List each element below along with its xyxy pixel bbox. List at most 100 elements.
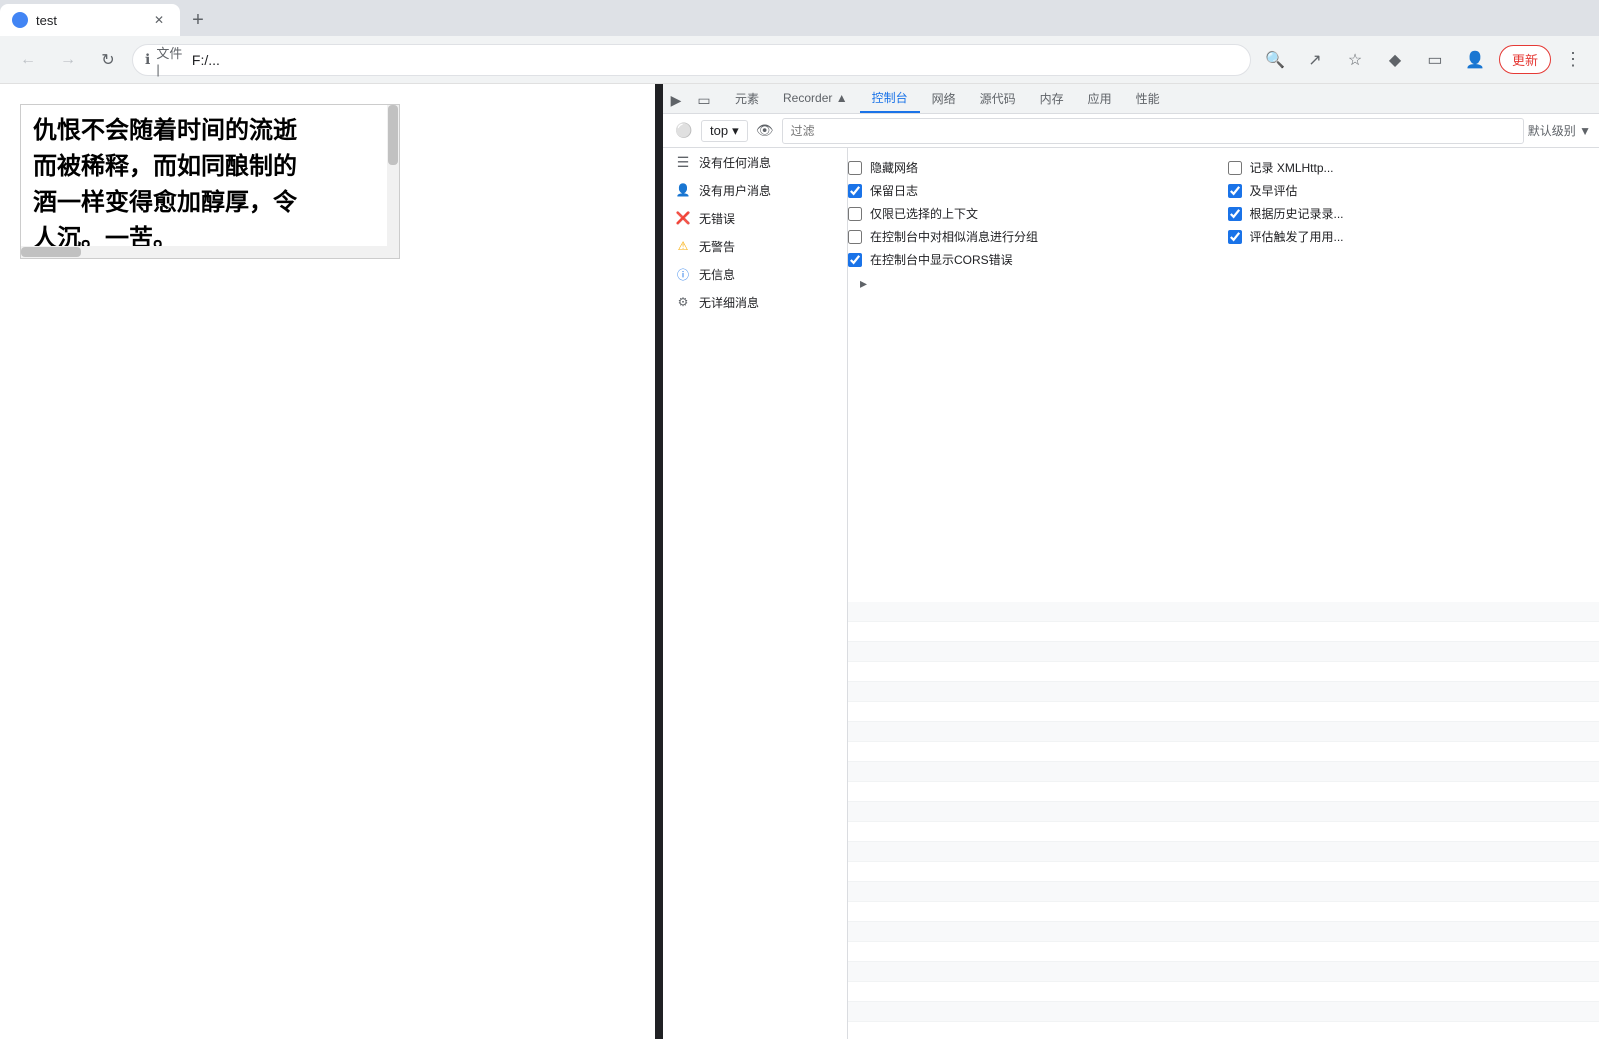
tab-recorder[interactable]: Recorder ▲: [771, 84, 860, 113]
browser-page: 仇恨不会随着时间的流逝而被稀释，而如同酿制的酒一样变得愈加醇厚，令人沉。一苦。: [0, 84, 655, 1039]
vertical-scrollbar[interactable]: [387, 105, 399, 258]
tab-console[interactable]: 控制台: [860, 84, 920, 113]
list-icon: ☰: [675, 154, 691, 170]
share-button[interactable]: ↗: [1299, 44, 1331, 76]
sidebar-item-no-errors[interactable]: ❌ 无错误: [663, 204, 847, 232]
back-button[interactable]: ←: [12, 44, 44, 76]
more-options-button[interactable]: ⋮: [1559, 46, 1587, 74]
address-file-label: 文件 |: [156, 43, 188, 77]
devtools-panel: ▶ ▭ 元素 Recorder ▲ 控制台 网络 源代码 内存 应用 性能 ⚪ …: [663, 84, 1599, 1039]
settings-col-left: 隐藏网络 保留日志 仅限已选择的上下文: [848, 156, 1228, 271]
sidebar-item-no-user-messages[interactable]: 👤 没有用户消息: [663, 176, 847, 204]
log-row-20: [848, 982, 1599, 1002]
checkbox-selected-context-label: 仅限已选择的上下文: [870, 205, 978, 222]
chevron-down-icon: ▾: [732, 123, 739, 139]
log-row-6: [848, 702, 1599, 722]
page-text: 仇恨不会随着时间的流逝而被稀释，而如同酿制的酒一样变得愈加醇厚，令人沉。一苦。: [21, 105, 399, 259]
devtools-ban-button[interactable]: ⚪: [671, 118, 697, 144]
checkbox-eval-triggers-input[interactable]: [1228, 230, 1242, 244]
checkbox-history-autocomplete-input[interactable]: [1228, 207, 1242, 221]
filter-input[interactable]: [782, 118, 1524, 144]
tab-performance[interactable]: 性能: [1124, 84, 1172, 113]
zoom-button[interactable]: 🔍: [1259, 44, 1291, 76]
forward-button[interactable]: →: [52, 44, 84, 76]
log-row-8: [848, 742, 1599, 762]
address-bar: ← → ↻ ℹ 文件 | 🔍 ↗ ☆ ◆ ▭ 👤 更新 ⋮: [0, 36, 1599, 84]
sidebar-toggle-button[interactable]: ▭: [1419, 44, 1451, 76]
sidebar-label-no-info: 无信息: [699, 266, 735, 283]
devtools-device-button[interactable]: ▭: [691, 87, 717, 113]
log-row-1: [848, 602, 1599, 622]
tab-close-button[interactable]: ✕: [150, 11, 168, 29]
page-content-box: 仇恨不会随着时间的流逝而被稀释，而如同酿制的酒一样变得愈加醇厚，令人沉。一苦。: [20, 104, 400, 259]
checkbox-eval-triggers[interactable]: 评估触发了用用...: [1228, 225, 1599, 248]
context-dropdown-label: top: [710, 123, 728, 138]
tab-sources[interactable]: 源代码: [968, 84, 1028, 113]
checkbox-history-autocomplete[interactable]: 根据历史记录录...: [1228, 202, 1599, 225]
checkbox-log-xmlhttp[interactable]: 记录 XMLHttp...: [1228, 156, 1599, 179]
sidebar-label-no-verbose: 无详细消息: [699, 294, 759, 311]
log-row-16: [848, 902, 1599, 922]
checkbox-eager-eval[interactable]: 及早评估: [1228, 179, 1599, 202]
sidebar-item-no-verbose[interactable]: ⚙ 无详细消息: [663, 288, 847, 316]
log-row-14: [848, 862, 1599, 882]
log-row-15: [848, 882, 1599, 902]
log-row-5: [848, 682, 1599, 702]
update-button[interactable]: 更新: [1499, 45, 1551, 74]
log-row-21: [848, 1002, 1599, 1022]
log-row-10: [848, 782, 1599, 802]
console-log-area: [848, 602, 1599, 1039]
expand-arrow-button[interactable]: ▸: [848, 271, 1599, 296]
log-row-18: [848, 942, 1599, 962]
checkbox-cors-errors-input[interactable]: [848, 253, 862, 267]
default-level-label[interactable]: 默认级别 ▼: [1528, 122, 1591, 139]
context-dropdown[interactable]: top ▾: [701, 120, 748, 142]
log-row-11: [848, 802, 1599, 822]
reload-button[interactable]: ↻: [92, 44, 124, 76]
checkbox-group-similar[interactable]: 在控制台中对相似消息进行分组: [848, 225, 1220, 248]
sidebar-item-no-messages[interactable]: ☰ 没有任何消息: [663, 148, 847, 176]
checkbox-preserve-log-input[interactable]: [848, 184, 862, 198]
checkbox-preserve-log[interactable]: 保留日志: [848, 179, 1220, 202]
checkbox-eager-eval-input[interactable]: [1228, 184, 1242, 198]
log-row-22: [848, 1022, 1599, 1039]
devtools-inspect-button[interactable]: ▶: [663, 87, 689, 113]
sidebar-item-no-warnings[interactable]: ⚠ 无警告: [663, 232, 847, 260]
checkbox-preserve-log-label: 保留日志: [870, 182, 918, 199]
checkbox-hide-network[interactable]: 隐藏网络: [848, 156, 1220, 179]
tab-bar: test ✕ +: [0, 0, 1599, 36]
address-input[interactable]: [192, 52, 1238, 68]
new-tab-button[interactable]: +: [180, 4, 216, 36]
horizontal-scrollbar-thumb[interactable]: [21, 247, 81, 257]
log-row-9: [848, 762, 1599, 782]
tab-elements[interactable]: 元素: [723, 84, 771, 113]
checkbox-cors-errors[interactable]: 在控制台中显示CORS错误: [848, 248, 1220, 271]
log-row-17: [848, 922, 1599, 942]
bookmark-button[interactable]: ☆: [1339, 44, 1371, 76]
address-bar-container: ℹ 文件 |: [132, 44, 1251, 76]
checkbox-group-similar-input[interactable]: [848, 230, 862, 244]
checkbox-selected-context-input[interactable]: [848, 207, 862, 221]
tab-network[interactable]: 网络: [920, 84, 968, 113]
console-sidebar: ☰ 没有任何消息 👤 没有用户消息 ❌ 无错误 ⚠ 无警告: [663, 148, 848, 1039]
checkbox-eager-eval-label: 及早评估: [1250, 182, 1298, 199]
tab-memory[interactable]: 内存: [1028, 84, 1076, 113]
devtools-tabs: ▶ ▭ 元素 Recorder ▲ 控制台 网络 源代码 内存 应用 性能: [663, 84, 1599, 114]
horizontal-scrollbar[interactable]: [21, 246, 387, 258]
checkbox-selected-context[interactable]: 仅限已选择的上下文: [848, 202, 1220, 225]
tab-application[interactable]: 应用: [1076, 84, 1124, 113]
extensions-button[interactable]: ◆: [1379, 44, 1411, 76]
devtools-eye-button[interactable]: 👁: [752, 118, 778, 144]
checkbox-hide-network-input[interactable]: [848, 161, 862, 175]
profile-button[interactable]: 👤: [1459, 44, 1491, 76]
checkbox-eval-triggers-label: 评估触发了用用...: [1250, 228, 1344, 245]
error-icon: ❌: [675, 210, 691, 226]
checkbox-log-xmlhttp-input[interactable]: [1228, 161, 1242, 175]
browser-tab[interactable]: test ✕: [0, 4, 180, 36]
log-row-19: [848, 962, 1599, 982]
vertical-scrollbar-thumb[interactable]: [388, 105, 398, 165]
settings-columns: 隐藏网络 保留日志 仅限已选择的上下文: [848, 156, 1599, 271]
info-icon: ⓘ: [675, 266, 691, 282]
sidebar-item-no-info[interactable]: ⓘ 无信息: [663, 260, 847, 288]
log-row-12: [848, 822, 1599, 842]
